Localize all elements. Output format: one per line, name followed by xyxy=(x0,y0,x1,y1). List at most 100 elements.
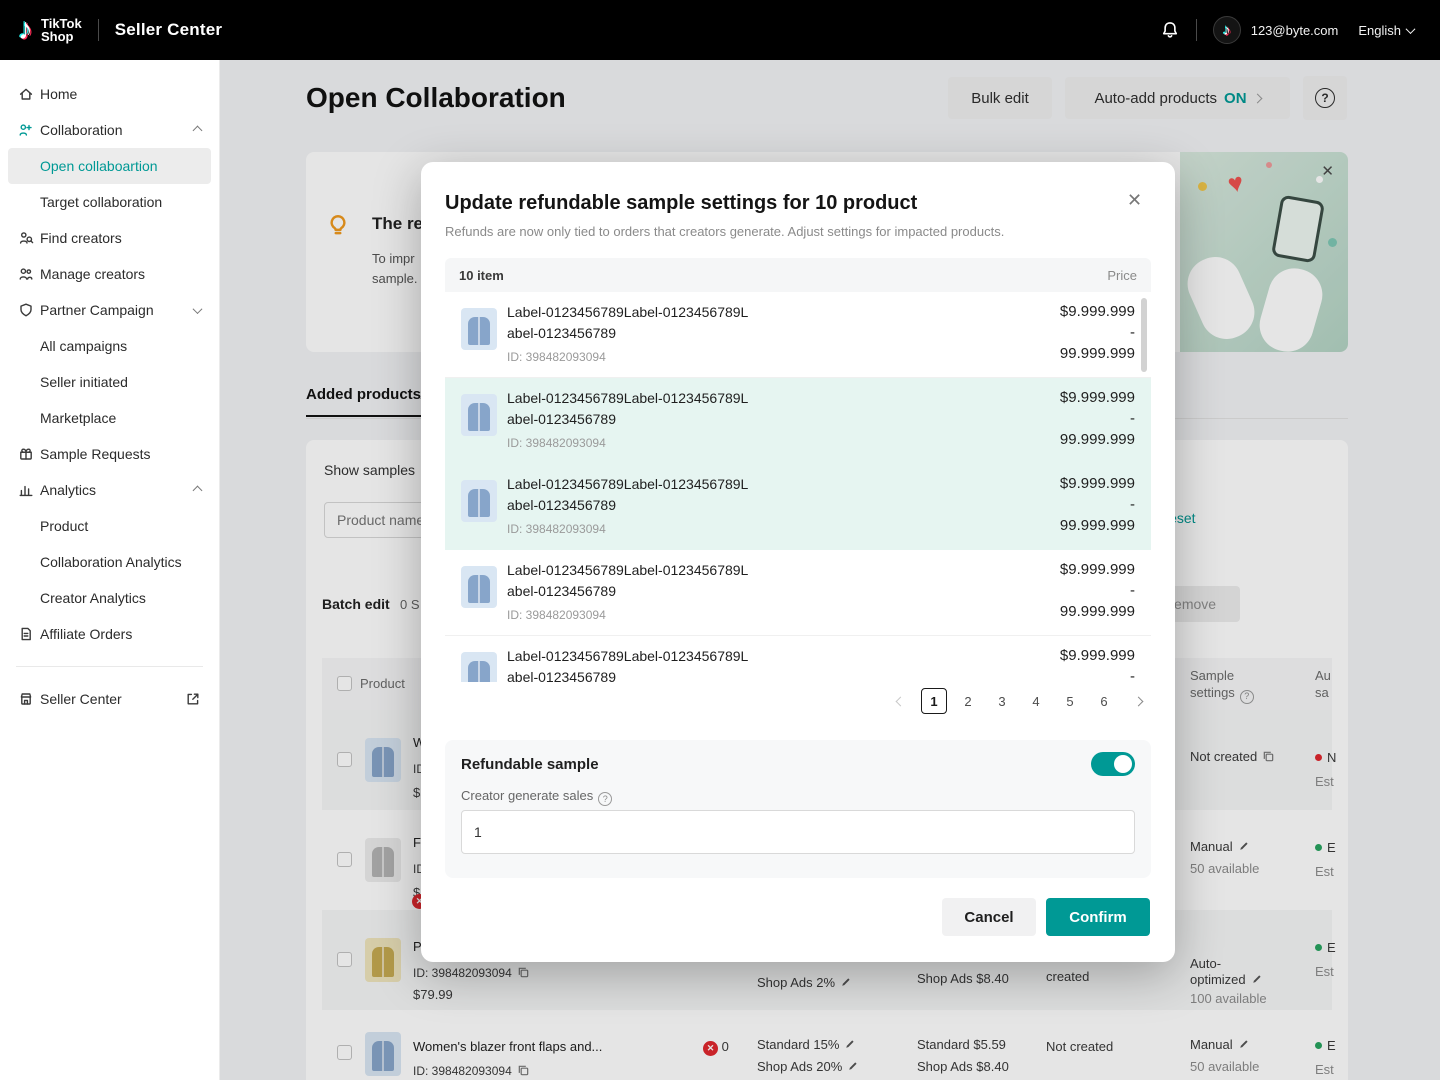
pagination-page-1[interactable]: 1 xyxy=(921,688,947,714)
sidebar-item-label: Target collaboration xyxy=(40,194,162,210)
sidebar-item-label: Collaboration Analytics xyxy=(40,554,182,570)
account-email: 123@byte.com xyxy=(1251,23,1339,38)
pagination-page-5[interactable]: 5 xyxy=(1057,688,1083,714)
product-row[interactable]: Label-0123456789Label-0123456789Label-01… xyxy=(445,550,1151,636)
sidebar-item-collaboration[interactable]: Collaboration xyxy=(0,112,219,148)
home-icon xyxy=(18,86,34,102)
product-thumbnail xyxy=(461,480,497,522)
shield-icon xyxy=(18,302,34,318)
sidebar-item-label: Partner Campaign xyxy=(40,302,154,318)
sidebar-item-collaboration-analytics[interactable]: Collaboration Analytics xyxy=(0,544,219,580)
sidebar-item-label: Affiliate Orders xyxy=(40,626,132,642)
sidebar-item-find-creators[interactable]: Find creators xyxy=(0,220,219,256)
sidebar-item-label: Manage creators xyxy=(40,266,145,282)
modal-product-list[interactable]: Label-0123456789Label-0123456789Label-01… xyxy=(445,292,1151,682)
product-id: ID: 398482093094 xyxy=(507,350,606,364)
refundable-sample-section: Refundable sample Creator generate sales… xyxy=(445,740,1151,878)
gift-icon xyxy=(18,446,34,462)
topbar-divider xyxy=(1196,19,1197,41)
screen: ♪ TikTok Shop Seller Center ♪ 123@byte.c… xyxy=(0,0,1440,1080)
sidebar-item-partner-campaign[interactable]: Partner Campaign xyxy=(0,292,219,328)
sidebar-item-creator-analytics[interactable]: Creator Analytics xyxy=(0,580,219,616)
sidebar-item-target-collaboration[interactable]: Target collaboration xyxy=(0,184,219,220)
product-id: ID: 398482093094 xyxy=(507,522,606,536)
sidebar-item-product[interactable]: Product xyxy=(0,508,219,544)
pagination-prev-icon[interactable] xyxy=(887,688,913,714)
chevron-down-icon xyxy=(193,304,203,314)
sidebar-item-label: Marketplace xyxy=(40,410,116,426)
product-name: Label-0123456789Label-0123456789Label-01… xyxy=(507,646,752,682)
product-thumbnail xyxy=(461,308,497,350)
external-link-icon xyxy=(185,691,201,707)
modal-title: Update refundable sample settings for 10… xyxy=(445,192,917,215)
creator-generate-sales-label: Creator generate sales? xyxy=(461,788,612,806)
tiktok-avatar-icon: ♪ xyxy=(1223,23,1231,38)
collaboration-icon xyxy=(18,122,34,138)
sidebar-item-home[interactable]: Home xyxy=(0,76,219,112)
storefront-icon xyxy=(18,691,34,707)
product-price: $9.999.999 - 99.999.999 xyxy=(1060,645,1135,682)
pagination: 1 2 3 4 5 6 xyxy=(445,688,1151,714)
brand-logo[interactable]: TikTok Shop xyxy=(41,17,82,43)
account-avatar[interactable]: ♪ xyxy=(1213,16,1241,44)
modal-subtitle: Refunds are now only tied to orders that… xyxy=(445,224,1004,239)
close-icon[interactable]: ✕ xyxy=(1127,190,1142,211)
refundable-sample-label: Refundable sample xyxy=(461,756,599,773)
scrollbar[interactable] xyxy=(1141,298,1147,372)
product-row[interactable]: Label-0123456789Label-0123456789Label-01… xyxy=(445,292,1151,378)
pagination-next-icon[interactable] xyxy=(1125,688,1151,714)
language-label: English xyxy=(1358,23,1401,38)
help-icon[interactable]: ? xyxy=(598,792,612,806)
sidebar-item-affiliate-orders[interactable]: Affiliate Orders xyxy=(0,616,219,652)
sidebar-item-label: Seller Center xyxy=(40,691,122,707)
topbar-divider xyxy=(98,19,99,41)
creator-generate-sales-input[interactable] xyxy=(462,811,1134,853)
sidebar-item-seller-initiated[interactable]: Seller initiated xyxy=(0,364,219,400)
pagination-page-2[interactable]: 2 xyxy=(955,688,981,714)
tiktok-logo-icon: ♪ xyxy=(18,15,33,45)
sidebar-item-label: Find creators xyxy=(40,230,122,246)
confirm-label: Confirm xyxy=(1069,909,1127,926)
product-name: Label-0123456789Label-0123456789Label-01… xyxy=(507,302,752,344)
product-name: Label-0123456789Label-0123456789Label-01… xyxy=(507,560,752,602)
pagination-page-3[interactable]: 3 xyxy=(989,688,1015,714)
sidebar-item-seller-center[interactable]: Seller Center xyxy=(0,681,219,717)
language-selector[interactable]: English xyxy=(1358,23,1414,38)
modal-list-header: 10 item Price xyxy=(445,258,1151,292)
notifications-bell-icon[interactable] xyxy=(1160,20,1180,40)
confirm-button[interactable]: Confirm xyxy=(1046,898,1150,936)
price-column-label: Price xyxy=(1107,268,1137,283)
sidebar-item-open-collaboration[interactable]: Open collaboartion xyxy=(8,148,211,184)
update-refundable-sample-modal: Update refundable sample settings for 10… xyxy=(421,162,1175,962)
sidebar-item-marketplace[interactable]: Marketplace xyxy=(0,400,219,436)
sidebar-item-label: Creator Analytics xyxy=(40,590,146,606)
cancel-label: Cancel xyxy=(964,909,1013,926)
product-thumbnail xyxy=(461,566,497,608)
product-name: Label-0123456789Label-0123456789Label-01… xyxy=(507,388,752,430)
sidebar-item-label: Home xyxy=(40,86,77,102)
pagination-page-4[interactable]: 4 xyxy=(1023,688,1049,714)
pagination-page-6[interactable]: 6 xyxy=(1091,688,1117,714)
sidebar-item-label: Sample Requests xyxy=(40,446,151,462)
product-price: $9.999.999 - 99.999.999 xyxy=(1060,301,1135,364)
sidebar-item-all-campaigns[interactable]: All campaigns xyxy=(0,328,219,364)
chevron-down-icon xyxy=(1406,24,1416,34)
sidebar: Home Collaboration Open collaboartion Ta… xyxy=(0,60,220,1080)
product-thumbnail xyxy=(461,394,497,436)
product-thumbnail xyxy=(461,652,497,682)
topbar: ♪ TikTok Shop Seller Center ♪ 123@byte.c… xyxy=(0,0,1440,60)
product-id: ID: 398482093094 xyxy=(507,436,606,450)
product-row[interactable]: Label-0123456789Label-0123456789Label-01… xyxy=(445,464,1151,550)
brand-line2: Shop xyxy=(41,30,82,43)
cancel-button[interactable]: Cancel xyxy=(942,898,1036,936)
app-title: Seller Center xyxy=(115,20,222,40)
sidebar-item-label: All campaigns xyxy=(40,338,127,354)
sidebar-item-sample-requests[interactable]: Sample Requests xyxy=(0,436,219,472)
sidebar-item-manage-creators[interactable]: Manage creators xyxy=(0,256,219,292)
sidebar-item-label: Analytics xyxy=(40,482,96,498)
creator-generate-sales-field[interactable] xyxy=(461,810,1135,854)
sidebar-item-analytics[interactable]: Analytics xyxy=(0,472,219,508)
refundable-sample-toggle[interactable] xyxy=(1091,752,1135,776)
product-row[interactable]: Label-0123456789Label-0123456789Label-01… xyxy=(445,636,1151,682)
product-row[interactable]: Label-0123456789Label-0123456789Label-01… xyxy=(445,378,1151,464)
